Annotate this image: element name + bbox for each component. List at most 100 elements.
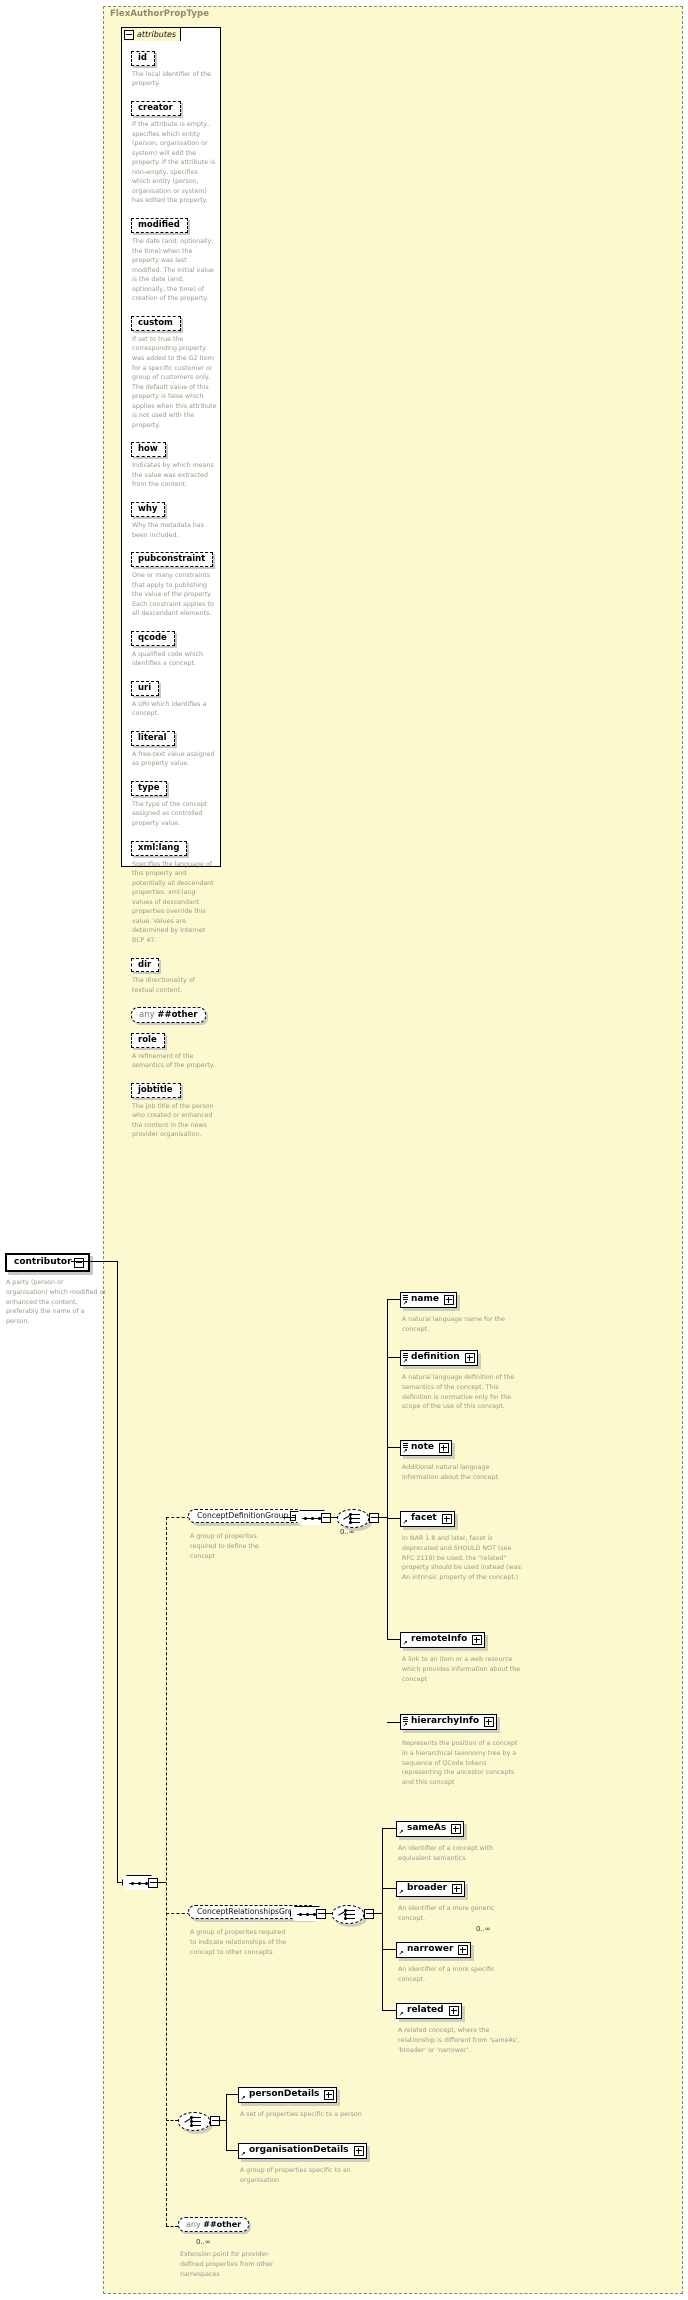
element-facet-label: facet [411,1513,437,1523]
choice-node-details[interactable] [178,2112,210,2131]
element-organisationdetails-desc: A group of properties specific to an org… [240,2167,351,2184]
attribute-item: modified The date (and, optionally, the t… [131,212,217,304]
type-panel-title: FlexAuthorPropType [110,9,210,19]
attribute-name[interactable]: qcode [131,630,175,646]
attribute-item: type The type of the concept assigned as … [131,775,217,829]
group-concept-definition-desc: A group of properites required to define… [190,1533,259,1560]
attribute-arrow-icon: ↗ [402,1299,408,1307]
attribute-desc: Indicates by which means the value was e… [132,462,214,489]
attribute-name[interactable]: how [131,442,166,458]
choice-collapse-icon[interactable] [210,2116,220,2126]
attributes-tab[interactable]: attributes [121,27,182,41]
expand-icon[interactable] [448,2005,459,2016]
collapse-icon[interactable] [124,29,134,40]
attribute-desc: The job title of the person who created … [132,1102,214,1139]
choice-node-definition[interactable] [337,1509,369,1528]
attribute-name[interactable]: dir [131,957,160,973]
attribute-item-any: any ##other [131,1002,217,1026]
attribute-name[interactable]: custom [131,315,181,331]
choice-node-relationships[interactable] [332,1905,364,1924]
element-name[interactable]: ↗ name [400,1292,457,1308]
attribute-desc: The date (and, optionally, the time) whe… [132,237,214,303]
sequence-collapse-icon[interactable] [321,1513,331,1523]
attribute-item: custom If set to true the corresponding p… [131,310,217,431]
connector-line [382,1888,396,1889]
expand-icon[interactable] [439,1442,449,1453]
expand-icon[interactable] [443,1294,454,1305]
attribute-arrow-icon: ↗ [402,1447,408,1455]
extension-point-desc: Extension point for provider-defined pro… [180,2251,274,2278]
element-sameas[interactable]: ↗ sameAs [396,1821,465,1837]
connector-line [387,1639,400,1640]
connector-line [387,1299,400,1300]
element-definition[interactable]: ↗ definition [400,1350,478,1366]
element-related[interactable]: ↗ related [396,2003,462,2019]
attribute-arrow-icon: ↗ [240,2094,246,2102]
attribute-name[interactable]: creator [131,101,181,116]
element-organisationdetails[interactable]: ↗ organisationDetails [238,2143,367,2159]
expand-icon[interactable] [441,1513,452,1524]
attribute-item: pubconstraint One or many constraints tha… [131,546,217,619]
attribute-name[interactable]: jobtitle [131,1082,181,1098]
element-sameas-label: sameAs [407,1823,447,1833]
expand-icon[interactable] [472,1634,483,1645]
connector-line [372,1913,382,1914]
element-hierarchyinfo[interactable]: ↗ hierarchyInfo [400,1714,498,1730]
attribute-item: dir The directionality of textual content… [131,952,217,996]
attribute-arrow-icon: ↗ [402,1639,408,1647]
attribute-name[interactable]: modified [131,218,188,233]
attribute-name[interactable]: role [131,1032,165,1048]
element-note[interactable]: ↗ note [400,1440,452,1456]
element-narrower[interactable]: ↗ narrower [396,1942,472,1958]
schema-diagram: FlexAuthorPropType attributes id The loca… [0,0,688,2300]
choice-collapse-icon[interactable] [364,1909,374,1919]
attribute-desc: If set to true the corresponding propert… [132,335,217,429]
any-namespace: ##other [203,2220,242,2229]
element-remoteinfo[interactable]: ↗ remoteInfo [400,1632,486,1648]
attribute-arrow-icon: ↗ [398,1888,404,1896]
attribute-item: jobtitle The job title of the person who … [131,1077,217,1140]
sequence-collapse-icon[interactable] [316,1909,326,1919]
attribute-name[interactable]: type [131,780,168,796]
attribute-name[interactable]: pubconstraint [131,552,214,568]
element-persondetails[interactable]: ↗ personDetails [238,2087,338,2103]
attribute-desc: The directionality of textual content. [132,977,195,995]
attribute-arrow-icon: ↗ [402,1721,408,1729]
attribute-name[interactable]: literal [131,730,175,746]
cardinality-relationships: 0..∞ [476,1925,491,1933]
sequence-collapse-icon[interactable] [148,1878,158,1888]
attribute-name[interactable]: uri [131,680,160,696]
element-facet-desc: In NAR 1.8 and later, facet is deprecate… [402,1535,523,1581]
attribute-desc: The local identifier of the property. [132,70,212,88]
any-namespace: ##other [157,1009,198,1020]
expand-icon[interactable] [464,1352,475,1363]
group-concept-relationships-label: ConceptRelationshipsGroup [197,1907,303,1916]
collapse-icon[interactable] [73,1257,84,1268]
expand-icon[interactable] [451,1823,462,1834]
expand-icon[interactable] [353,2145,364,2156]
connector-line-dashed [166,2226,178,2227]
element-hierarchyinfo-label: hierarchyInfo [411,1716,480,1726]
attribute-arrow-icon: ↗ [398,1828,404,1836]
any-attribute-box[interactable]: any ##other [131,1006,206,1023]
element-remoteinfo-label: remoteInfo [411,1634,468,1644]
connector-line [117,1261,118,1882]
expand-icon[interactable] [458,1944,469,1955]
any-extension-box[interactable]: any ##other [178,2217,250,2232]
connector-line [226,2150,238,2151]
choice-collapse-icon[interactable] [369,1513,379,1523]
connector-line [226,2094,227,2150]
attribute-desc: If the attribute is empty, specifies whi… [132,120,215,205]
expand-icon[interactable] [452,1883,463,1894]
attribute-name[interactable]: id [131,51,155,66]
connector-line-dashed [166,2120,178,2121]
expand-icon[interactable] [484,1716,495,1727]
element-broader[interactable]: ↗ broader [396,1881,466,1897]
cardinality-extension: 0..∞ [196,2238,211,2246]
element-contributor[interactable]: contributor [5,1253,90,1273]
element-facet[interactable]: ↗ facet [400,1511,455,1527]
expand-icon[interactable] [324,2089,335,2100]
attribute-name[interactable]: xml:lang [131,840,188,856]
attribute-item: why Why the metadata has been included. [131,496,217,540]
attribute-name[interactable]: why [131,502,166,517]
